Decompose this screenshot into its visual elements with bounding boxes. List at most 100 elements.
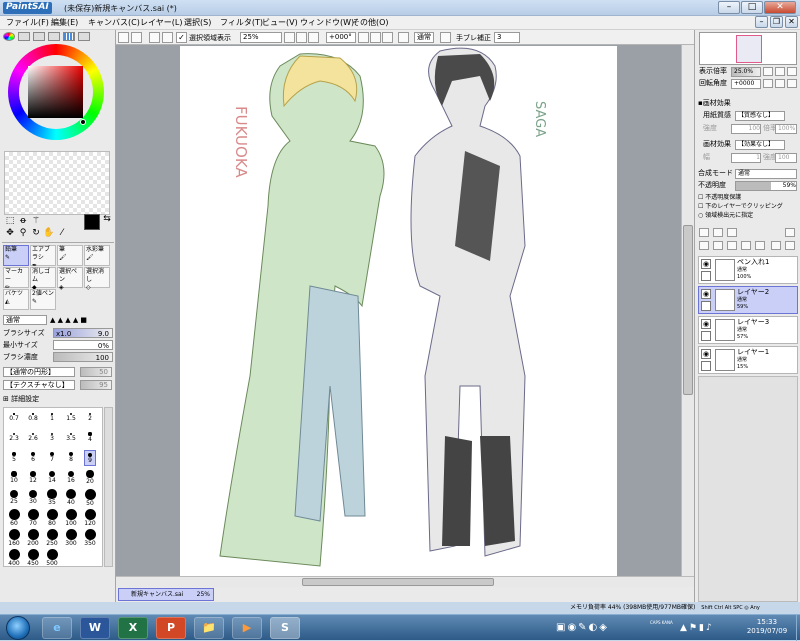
protect-alpha-checkbox[interactable]: ☐ 不透明度保護 <box>698 193 741 202</box>
brush-size-cell[interactable]: 5 <box>8 450 20 466</box>
start-button[interactable] <box>6 616 30 640</box>
brush-size-row[interactable]: ブラシサイズ x1.0 9.0 <box>3 328 113 338</box>
brush-size-cell[interactable]: 2.6 <box>27 430 39 446</box>
nav-rotate-right-icon[interactable] <box>775 79 785 88</box>
stabilizer-icon[interactable] <box>440 32 451 43</box>
brush-size-cell[interactable]: 7 <box>46 450 58 466</box>
layer-edit-icon[interactable] <box>701 271 711 281</box>
brush-size-cell[interactable]: 80 <box>46 508 58 527</box>
brush-size-cell[interactable]: 8 <box>65 450 77 466</box>
brush-shape-dropdown[interactable]: 【通常の円形】 <box>3 367 75 377</box>
merge-down-icon[interactable] <box>713 241 723 250</box>
hsv-slider-tab-icon[interactable] <box>33 32 45 41</box>
visibility-eye-icon[interactable]: ◉ <box>701 349 711 359</box>
menu-edit[interactable]: 編集(E) <box>47 17 82 29</box>
new-layer-icon[interactable] <box>699 228 709 237</box>
density-row[interactable]: ブラシ濃度 100 <box>3 352 113 362</box>
brush-size-cell[interactable]: 12 <box>27 470 39 486</box>
angle-value[interactable]: +0000 <box>731 79 761 89</box>
new-linework-layer-icon[interactable] <box>713 228 723 237</box>
layer-blend-dropdown[interactable]: 通常 <box>735 169 797 179</box>
paper-texture-dropdown[interactable]: 【質感なし】 <box>735 111 785 121</box>
blend-mode-dropdown[interactable]: 通常 <box>3 315 47 325</box>
maximize-button[interactable]: □ <box>741 1 763 14</box>
clock[interactable]: 15:33 2019/07/09 <box>738 618 796 636</box>
layer-edit-icon[interactable] <box>701 301 711 311</box>
brush-airbrush[interactable]: エアブラシ ✒ <box>30 245 56 269</box>
show-desktop-button[interactable] <box>796 615 800 641</box>
min-size-row[interactable]: 最小サイズ 0% <box>3 340 113 350</box>
zoom-reset-icon[interactable] <box>308 32 319 43</box>
taskbar-explorer[interactable]: 📁 <box>194 617 224 639</box>
vertical-scrollbar[interactable] <box>681 45 694 576</box>
horizontal-scrollbar[interactable] <box>116 576 694 587</box>
color-wheel-tab-icon[interactable] <box>3 32 15 41</box>
texture-dropdown[interactable]: 【テクスチャなし】 <box>3 380 75 390</box>
zoom-icon[interactable]: ⚲ <box>17 228 29 239</box>
brush-eraser[interactable]: 消しゴム ◆ <box>30 267 56 291</box>
rotate-icon[interactable]: ↻ <box>30 228 42 239</box>
brush-size-cell[interactable]: 6 <box>27 450 39 466</box>
zoom-out-icon[interactable] <box>284 32 295 43</box>
foreground-color-swatch[interactable] <box>84 214 100 230</box>
brush-size-cell[interactable]: 100 <box>65 508 77 527</box>
paper-effect-header[interactable]: ▪画材効果 <box>698 99 731 108</box>
brush-size-cell[interactable]: 300 <box>65 528 77 547</box>
brush-size-cell[interactable]: 16 <box>65 470 77 486</box>
menu-canvas[interactable]: キャンバス(C) <box>84 17 144 29</box>
layer-row[interactable]: ◉ レイヤー2 通常 59% <box>698 286 798 314</box>
ime-indicator[interactable]: CAPS KANA <box>650 620 674 626</box>
taskbar-powerpoint[interactable]: P <box>156 617 186 639</box>
visibility-eye-icon[interactable]: ◉ <box>701 259 711 269</box>
brush-select-pen[interactable]: 選択ペン ◈ <box>57 267 83 291</box>
move-icon[interactable]: ✥ <box>4 228 16 239</box>
eyedropper-icon[interactable]: ⁄ <box>56 228 68 239</box>
brush-tip-shapes[interactable]: ▲ ▲ ▲ ▲ ■ <box>50 315 114 325</box>
stabilizer-dropdown[interactable]: 3 <box>494 32 520 43</box>
deselect-icon[interactable] <box>149 32 160 43</box>
layer-edit-icon[interactable] <box>701 361 711 371</box>
brush-size-cell[interactable]: 60 <box>8 508 20 527</box>
invert-selection-icon[interactable] <box>162 32 173 43</box>
brush-size-cell[interactable]: 450 <box>27 548 39 567</box>
lasso-icon[interactable]: ꝋ <box>17 216 29 227</box>
layer-mask-icon[interactable] <box>755 241 765 250</box>
nav-zoom-reset-icon[interactable] <box>787 67 797 76</box>
brush-size-cell[interactable]: 0.8 <box>27 410 39 426</box>
blend-dropdown[interactable]: 通常 <box>414 32 434 43</box>
tray-status-icons[interactable]: ▲⚑▮♪ <box>680 620 732 636</box>
rotate-reset-icon[interactable] <box>382 32 393 43</box>
paper-strength-value[interactable]: 100 <box>731 124 761 134</box>
layer-row[interactable]: ◉ レイヤー1 通常 15% <box>698 346 798 374</box>
menu-file[interactable]: ファイル(F) <box>2 17 53 29</box>
detail-settings-toggle[interactable]: ⊞ 詳細設定 <box>3 394 39 404</box>
hand-icon[interactable]: ✋ <box>43 228 55 239</box>
brush-size-cell[interactable]: 50 <box>84 488 96 507</box>
zoom-dropdown[interactable]: 25% <box>240 32 282 43</box>
brush-size-cell[interactable]: 160 <box>8 528 20 547</box>
lock-position-icon[interactable] <box>785 241 795 250</box>
scratchpad-tab-icon[interactable] <box>78 32 90 41</box>
brush-watercolor[interactable]: 水彩筆 🖌 <box>84 245 110 266</box>
lock-icon[interactable] <box>771 241 781 250</box>
swatch-tab-icon[interactable] <box>63 32 75 41</box>
visibility-eye-icon[interactable]: ◉ <box>701 319 711 329</box>
taskbar-excel[interactable]: X <box>118 617 148 639</box>
visibility-eye-icon[interactable]: ◉ <box>701 289 711 299</box>
flip-horizontal-icon[interactable] <box>398 32 409 43</box>
opacity-slider[interactable]: 59% <box>735 181 797 191</box>
taskbar-word[interactable]: W <box>80 617 110 639</box>
brush-size-cell[interactable]: 500 <box>46 548 58 567</box>
rect-select-icon[interactable]: ⬚ <box>4 216 16 227</box>
rotate-right-icon[interactable] <box>370 32 381 43</box>
menu-select[interactable]: 選択(S) <box>180 17 215 29</box>
brush-size-cell[interactable]: 400 <box>8 548 20 567</box>
layer-row[interactable]: ◉ ペン入れ1 通常 100% <box>698 256 798 284</box>
brush-size-cell[interactable]: 0.7 <box>8 410 20 426</box>
brush-size-cell[interactable]: 9 <box>84 450 96 466</box>
brush-grid-scrollbar[interactable] <box>104 407 113 567</box>
scratchpad[interactable] <box>4 151 110 215</box>
brush-brush[interactable]: 筆 🖌 <box>57 245 83 266</box>
brush-size-cell[interactable]: 25 <box>8 490 20 506</box>
vertical-scroll-thumb[interactable] <box>683 225 693 395</box>
